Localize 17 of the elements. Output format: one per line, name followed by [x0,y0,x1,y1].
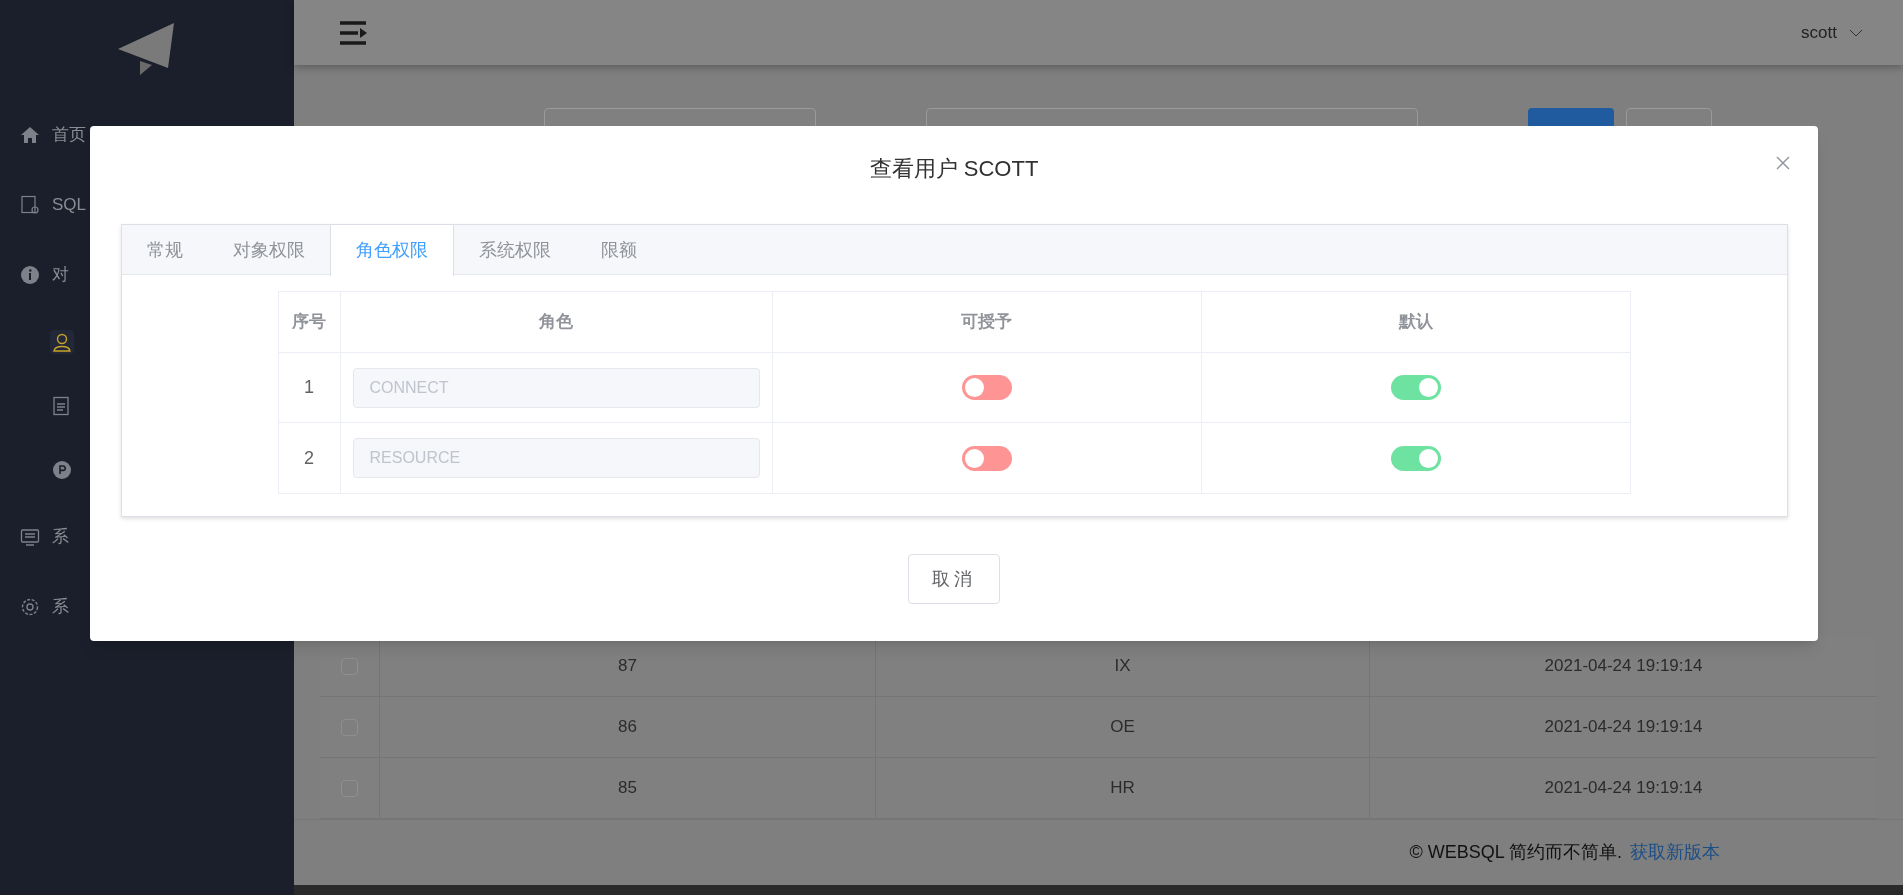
table-cell-text: 87 [618,655,637,678]
column-header: 角色 [539,311,573,334]
copyright-text: © WEBSQL 简约而不简单. [1409,841,1622,864]
table-cell-text: 2021-04-24 19:19:14 [1544,777,1703,800]
table-cell-text: 2021-04-24 19:19:14 [1544,655,1703,678]
column-header: 序号 [292,311,326,334]
table-cell-text: HR [1110,777,1135,800]
table-cell-text: 85 [618,777,637,800]
table-cell-text: IX [1114,655,1131,678]
column-header: 默认 [1398,311,1433,334]
table-cell-text: 2021-04-24 19:19:14 [1544,716,1703,739]
table-cell-text: 86 [618,716,637,739]
row-number: 2 [304,446,314,470]
dialog-title: 查看用户 SCOTT [869,154,1039,183]
row-number: 1 [304,376,314,399]
column-header: 可授予 [961,311,1012,334]
table-cell-text: OE [1110,716,1135,739]
